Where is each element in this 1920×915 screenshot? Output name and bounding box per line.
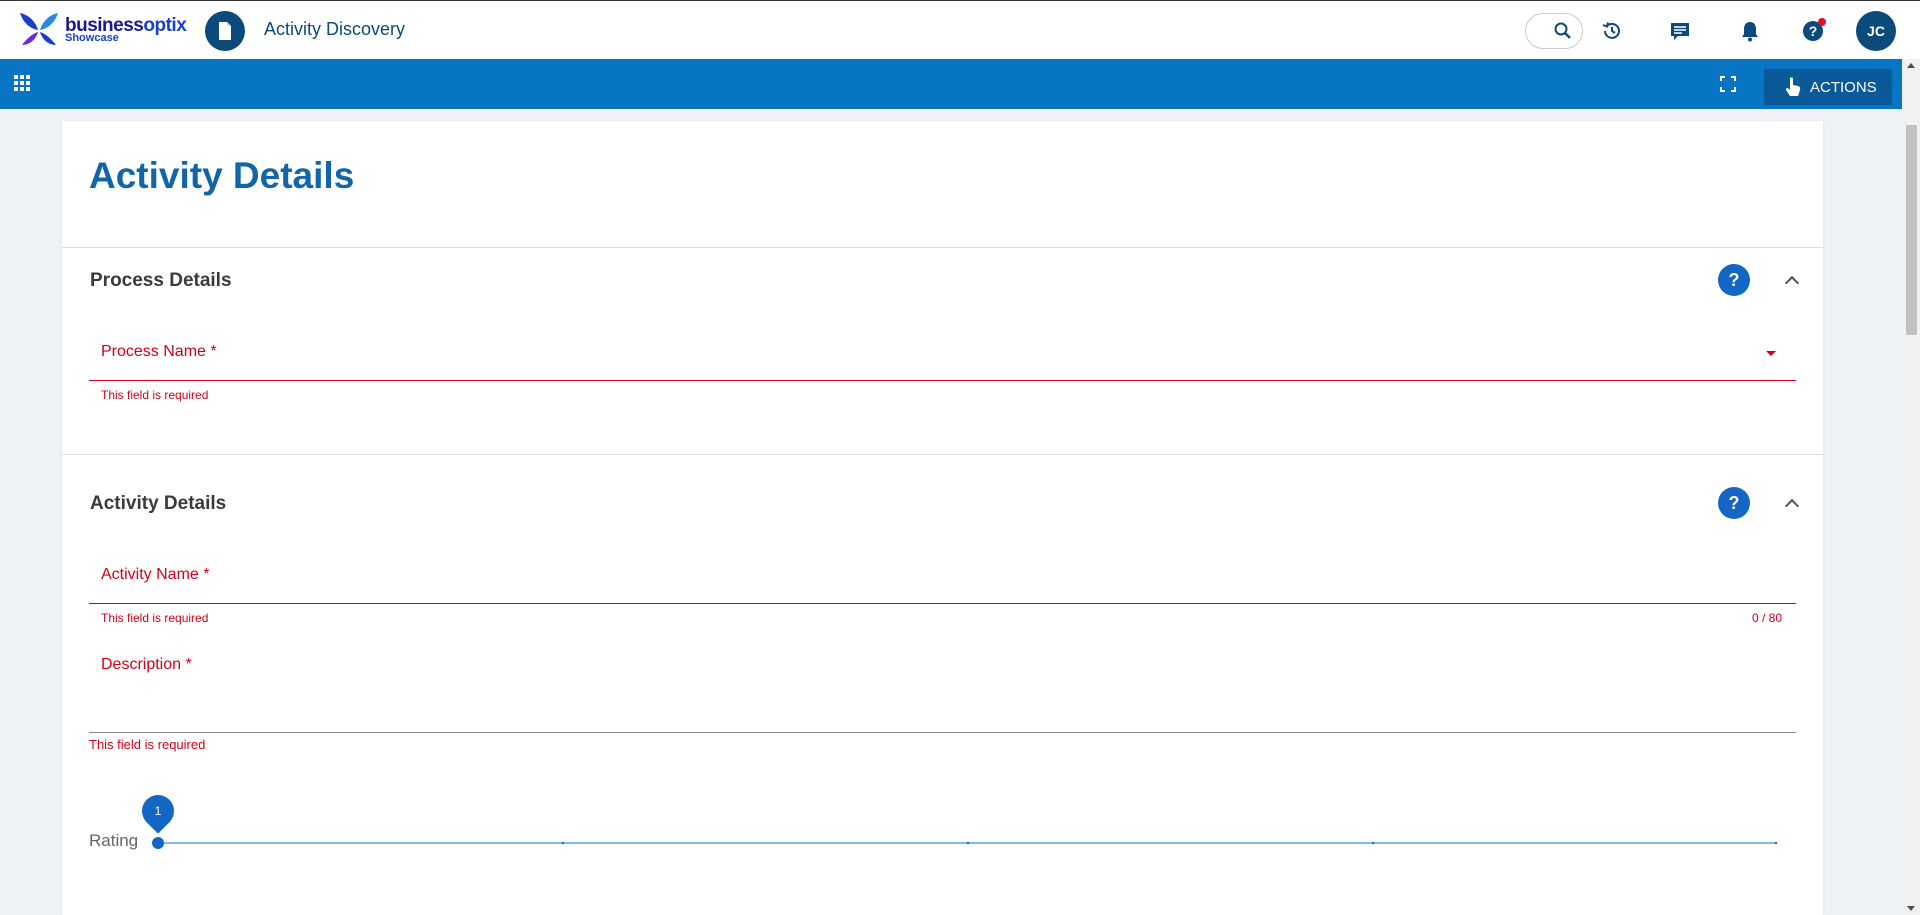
dropdown-arrow-icon[interactable] (1766, 351, 1776, 356)
hand-pointer-icon (1785, 77, 1801, 96)
description-error: This field is required (89, 737, 206, 752)
toolbar: ACTIONS (0, 59, 1920, 109)
fullscreen-icon (1720, 76, 1736, 92)
description-textarea[interactable] (89, 646, 1796, 732)
divider (62, 247, 1823, 248)
apps-grid-icon (14, 75, 30, 91)
activity-name-error: This field is required (101, 611, 209, 625)
activity-help-button[interactable]: ? (1718, 487, 1750, 519)
help-menu-button[interactable]: ? (1800, 18, 1826, 44)
notifications-button[interactable] (1737, 18, 1763, 44)
chevron-up-icon[interactable] (1784, 275, 1800, 291)
scroll-down-arrow-icon[interactable] (1907, 906, 1915, 911)
bell-icon (1742, 22, 1758, 42)
businessoptix-logo[interactable]: businessoptix Showcase (18, 11, 187, 49)
document-icon[interactable] (205, 11, 245, 51)
description-underline (89, 732, 1796, 733)
process-name-underline (89, 380, 1796, 381)
rating-slider-track[interactable] (157, 842, 1777, 844)
search-button[interactable] (1525, 13, 1583, 49)
messages-button[interactable] (1667, 18, 1693, 44)
svg-text:?: ? (1809, 23, 1818, 39)
section-title-activity: Activity Details (90, 493, 227, 514)
scroll-thumb[interactable] (1906, 125, 1917, 335)
activity-name-underline (89, 603, 1796, 604)
chevron-up-icon[interactable] (1784, 498, 1800, 514)
fullscreen-button[interactable] (1717, 73, 1739, 95)
activity-name-char-counter: 0 / 80 (1752, 611, 1783, 625)
page-title: Activity Details (89, 155, 355, 196)
butterfly-logo-icon (20, 13, 58, 45)
section-title-process: Process Details (90, 270, 232, 291)
slider-tick (562, 842, 564, 844)
process-help-button[interactable]: ? (1718, 264, 1750, 296)
notification-dot (1818, 18, 1826, 26)
actions-button[interactable]: ACTIONS (1764, 69, 1892, 105)
rating-label: Rating (89, 831, 139, 850)
activity-name-input[interactable] (89, 553, 1796, 603)
process-name-error: This field is required (101, 388, 209, 402)
slider-tick (967, 842, 969, 844)
actions-label: ACTIONS (1810, 78, 1877, 96)
page-scrollbar[interactable] (1902, 59, 1920, 915)
rating-slider-thumb[interactable] (152, 837, 164, 849)
divider (62, 454, 1823, 455)
apps-grid-button[interactable] (12, 73, 32, 93)
app-header: businessoptix Showcase Activity Discover… (0, 0, 1920, 59)
history-icon (1602, 22, 1620, 39)
slider-tick (1775, 842, 1777, 844)
search-icon (1554, 22, 1571, 39)
message-icon (1671, 23, 1689, 40)
scroll-up-arrow-icon[interactable] (1907, 63, 1915, 68)
rating-value: 1 (154, 804, 162, 818)
process-name-select[interactable] (89, 331, 1796, 381)
history-button[interactable] (1599, 18, 1625, 44)
app-title: Activity Discovery (264, 19, 406, 39)
activity-details-card: Activity Details Process Details ? Proce… (62, 121, 1823, 915)
user-avatar[interactable]: JC (1856, 11, 1896, 51)
slider-tick (1372, 842, 1374, 844)
